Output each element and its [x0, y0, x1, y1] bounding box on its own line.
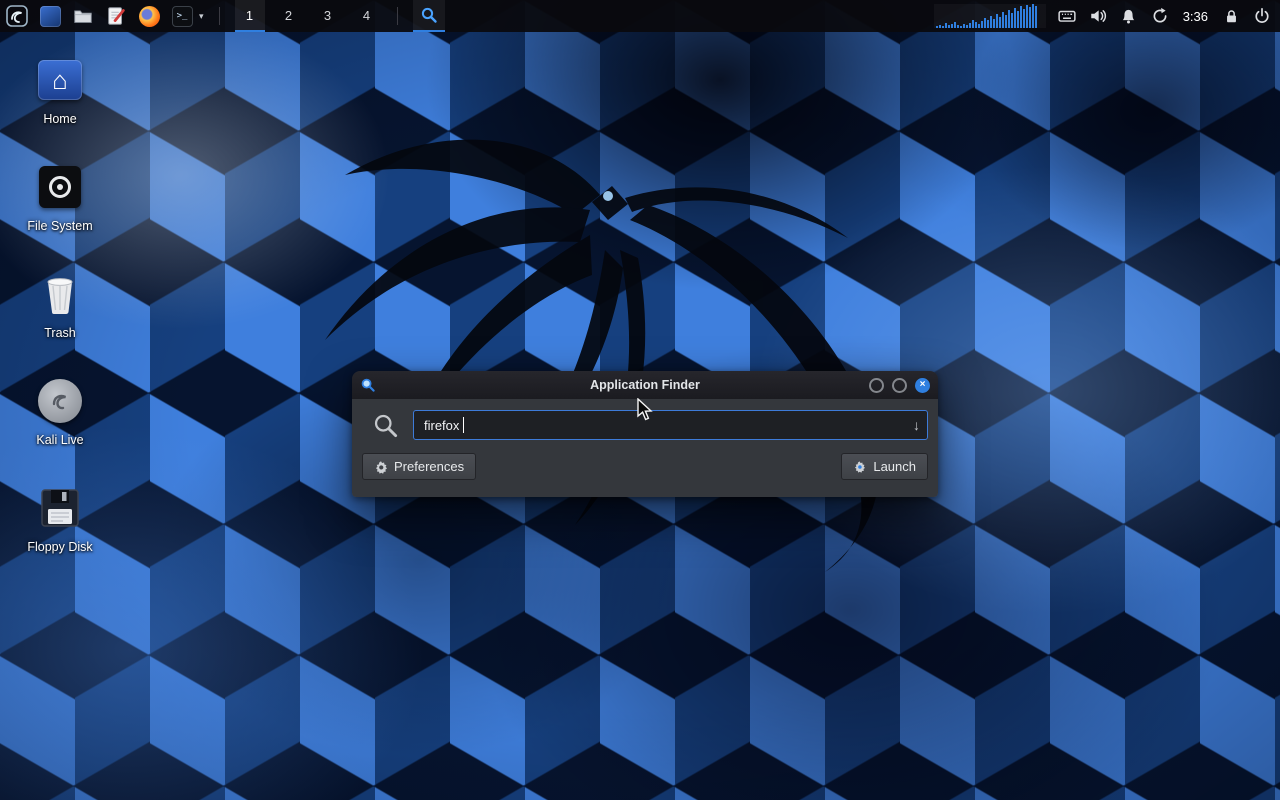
text-caret — [463, 417, 464, 433]
updates-sync-icon[interactable] — [1150, 6, 1170, 26]
workspace-button-4[interactable]: 4 — [352, 0, 382, 32]
panel-system-tray: 3:36 — [934, 0, 1280, 32]
desktop-icon-label: Kali Live — [12, 433, 108, 447]
terminal-icon[interactable]: >_ — [170, 4, 194, 28]
desktop-icon-trash[interactable]: Trash — [12, 270, 108, 340]
dropdown-arrow-icon[interactable]: ↓ — [913, 418, 920, 432]
search-input[interactable]: firefox ↓ — [413, 410, 928, 440]
titlebar[interactable]: Application Finder × — [352, 371, 938, 399]
desktop-icon-home[interactable]: ⌂ Home — [12, 56, 108, 126]
workspace-button-1[interactable]: 1 — [235, 0, 265, 32]
power-icon[interactable] — [1252, 6, 1272, 26]
desktop-icon-label: Home — [12, 112, 108, 126]
home-icon: ⌂ — [38, 60, 82, 100]
desktop-icon-label: Trash — [12, 326, 108, 340]
close-button[interactable]: × — [915, 378, 930, 393]
trash-icon — [40, 272, 80, 316]
window-app-icon — [360, 377, 376, 393]
panel-separator-2 — [397, 7, 398, 25]
file-manager-icon[interactable] — [38, 4, 62, 28]
search-input-value: firefox — [424, 418, 459, 433]
workspace-button-3[interactable]: 3 — [313, 0, 343, 32]
firefox-icon[interactable] — [137, 4, 161, 28]
preferences-button-label: Preferences — [394, 459, 464, 474]
panel-separator — [219, 7, 220, 25]
text-editor-icon[interactable] — [104, 4, 128, 28]
search-icon — [372, 412, 399, 439]
minimize-button[interactable] — [869, 378, 884, 393]
launch-icon — [853, 460, 867, 474]
terminal-dropdown-chevron-icon[interactable]: ▾ — [199, 11, 204, 22]
taskbar-application-finder-icon[interactable] — [413, 0, 445, 32]
clock[interactable]: 3:36 — [1181, 9, 1210, 24]
kali-live-icon — [38, 379, 82, 423]
kali-menu-icon[interactable] — [5, 4, 29, 28]
launch-button[interactable]: Launch — [841, 453, 928, 480]
application-finder-window: Application Finder × firefox ↓ — [352, 371, 938, 497]
desktop-icon-file-system[interactable]: File System — [12, 163, 108, 233]
lock-screen-icon[interactable] — [1221, 6, 1241, 26]
folder-icon[interactable] — [71, 4, 95, 28]
desktop-icon-floppy-disk[interactable]: Floppy Disk — [12, 484, 108, 554]
preferences-button[interactable]: Preferences — [362, 453, 476, 480]
desktop-icon-kali-live[interactable]: Kali Live — [12, 377, 108, 447]
cpu-graph[interactable] — [934, 4, 1046, 28]
keyboard-icon[interactable] — [1057, 6, 1077, 26]
volume-icon[interactable] — [1088, 6, 1108, 26]
panel-launchers: >_ ▾ 1 2 3 4 — [0, 0, 445, 32]
workspace-button-2[interactable]: 2 — [274, 0, 304, 32]
desktop-icon-label: File System — [12, 219, 108, 233]
launch-button-label: Launch — [873, 459, 916, 474]
window-title: Application Finder — [352, 378, 938, 392]
window-body: firefox ↓ Preferences Launch — [352, 399, 938, 497]
maximize-button[interactable] — [892, 378, 907, 393]
notifications-bell-icon[interactable] — [1119, 6, 1139, 26]
floppy-disk-icon — [39, 487, 81, 529]
gear-icon — [374, 460, 388, 474]
desktop-icon-label: Floppy Disk — [12, 540, 108, 554]
file-system-icon — [39, 166, 81, 208]
kali-dragon-logo — [240, 90, 940, 590]
top-panel: >_ ▾ 1 2 3 4 — [0, 0, 1280, 32]
